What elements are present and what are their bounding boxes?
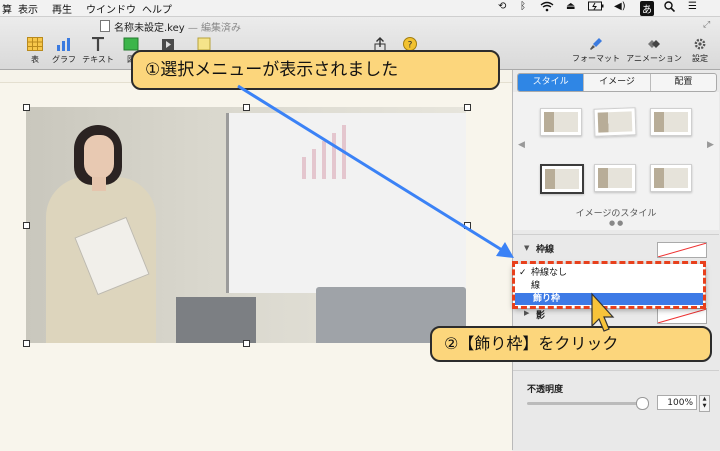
spotlight-search-icon[interactable]: [664, 1, 676, 15]
settings-button-label: 設定: [692, 54, 708, 63]
menu-option-picture-frame[interactable]: 飾り枠: [515, 293, 703, 305]
selected-image[interactable]: [26, 107, 466, 343]
image-style-thumbnail[interactable]: [593, 107, 637, 137]
resize-handle-left[interactable]: [23, 222, 30, 229]
fullscreen-icon[interactable]: ⤢: [703, 20, 710, 30]
tab-style[interactable]: スタイル: [518, 74, 585, 91]
media-icon: [162, 39, 174, 50]
gear-icon: [694, 38, 706, 50]
image-styles-caption: イメージのスタイル: [575, 209, 657, 219]
svg-text:?: ?: [408, 41, 413, 51]
resize-handle-top-left[interactable]: [23, 104, 30, 111]
document-icon: [100, 20, 110, 32]
shadow-disclosure-icon[interactable]: ▶: [524, 309, 529, 317]
menu-option-label: 枠線なし: [531, 268, 568, 278]
menu-play[interactable]: 再生: [52, 1, 72, 16]
paintbrush-icon: [590, 38, 602, 50]
format-button-label: フォーマット: [572, 54, 620, 63]
bar-chart-icon: [57, 38, 70, 51]
opacity-label: 不透明度: [527, 385, 564, 395]
input-method-icon[interactable]: あ: [640, 1, 654, 16]
styles-prev-icon[interactable]: ◀: [518, 140, 525, 150]
border-section-label: 枠線: [536, 245, 555, 255]
menu-view[interactable]: 表示: [18, 1, 38, 16]
image-style-thumbnail[interactable]: [650, 164, 692, 192]
menu-item-clipped[interactable]: 算: [2, 1, 12, 16]
person-neck: [92, 177, 106, 191]
menu-option-label: 線: [531, 281, 541, 291]
person-face: [84, 135, 114, 179]
menu-option-line[interactable]: 線: [513, 280, 701, 292]
shape-icon: [123, 37, 139, 51]
text-button[interactable]: テキスト: [80, 37, 116, 65]
resize-handle-right[interactable]: [464, 222, 471, 229]
opacity-slider-knob[interactable]: [636, 397, 649, 410]
callout-step-2: ②【飾り枠】をクリック: [430, 326, 712, 362]
resize-handle-bottom[interactable]: [243, 340, 250, 347]
text-icon: [92, 37, 104, 51]
opacity-value-field[interactable]: 100%: [657, 395, 697, 410]
comment-icon: [197, 37, 211, 51]
divider: [513, 370, 719, 371]
graph-button[interactable]: グラフ: [46, 37, 82, 65]
notification-center-icon[interactable]: ☰: [688, 1, 697, 12]
opacity-stepper[interactable]: ▲ ▼: [699, 395, 710, 412]
table-icon: [27, 37, 43, 51]
help-icon: ?: [403, 37, 417, 51]
resize-handle-top-right[interactable]: [464, 104, 471, 111]
resize-handle-bottom-left[interactable]: [23, 340, 30, 347]
battery-icon[interactable]: [588, 1, 604, 14]
menu-bar: 算 表示 再生 ウインドウ ヘルプ ⟲ ᛒ ⏏ ◀) あ ☰: [0, 0, 720, 17]
divider: [513, 234, 719, 235]
opacity-slider-track[interactable]: [527, 402, 641, 405]
image-style-thumbnail[interactable]: [594, 164, 636, 192]
time-machine-icon[interactable]: ⟲: [498, 1, 506, 12]
menu-help[interactable]: ヘルプ: [142, 1, 172, 16]
volume-icon[interactable]: ◀): [614, 1, 626, 12]
sidebar-tabs: スタイル イメージ 配置: [517, 73, 717, 92]
document-filename: 名称未設定.key: [114, 23, 185, 34]
page-dots[interactable]: ●●: [609, 219, 625, 227]
text-button-label: テキスト: [82, 55, 114, 64]
tab-arrange[interactable]: 配置: [651, 74, 716, 91]
shadow-section-label: 影: [536, 311, 546, 321]
table-button-label: 表: [31, 55, 39, 64]
menu-option-label: 飾り枠: [533, 294, 561, 304]
format-button[interactable]: フォーマット: [566, 37, 626, 64]
image-style-thumbnail[interactable]: [650, 108, 692, 136]
menu-window[interactable]: ウインドウ: [86, 1, 136, 16]
screen-chart: [296, 119, 366, 179]
wifi-icon[interactable]: [540, 1, 554, 15]
image-style-thumbnail[interactable]: [540, 108, 582, 136]
document-status: — 編集済み: [187, 23, 242, 34]
window-title: 名称未設定.key — 編集済み: [100, 19, 241, 34]
resize-handle-top[interactable]: [243, 104, 250, 111]
animation-icon: [648, 40, 660, 48]
menu-option-no-border[interactable]: ✓ 枠線なし: [513, 267, 701, 279]
styles-next-icon[interactable]: ▶: [707, 140, 714, 150]
share-icon: [374, 37, 386, 51]
settings-button[interactable]: 設定: [670, 37, 720, 64]
callout-step-1: ①選択メニューが表示されました: [131, 50, 500, 90]
checkmark-icon: ✓: [519, 268, 527, 278]
image-style-thumbnail[interactable]: [540, 164, 584, 194]
monitor-back: [176, 297, 256, 343]
shadow-color-swatch[interactable]: [657, 308, 707, 324]
disclosure-triangle-icon[interactable]: ▼: [524, 244, 529, 252]
border-type-menu: ✓ 枠線なし 線 飾り枠: [513, 264, 705, 308]
border-color-swatch[interactable]: [657, 242, 707, 258]
graph-button-label: グラフ: [52, 55, 76, 64]
bluetooth-icon[interactable]: ᛒ: [520, 1, 526, 12]
eject-icon[interactable]: ⏏: [566, 1, 575, 12]
tab-image[interactable]: イメージ: [584, 74, 651, 91]
